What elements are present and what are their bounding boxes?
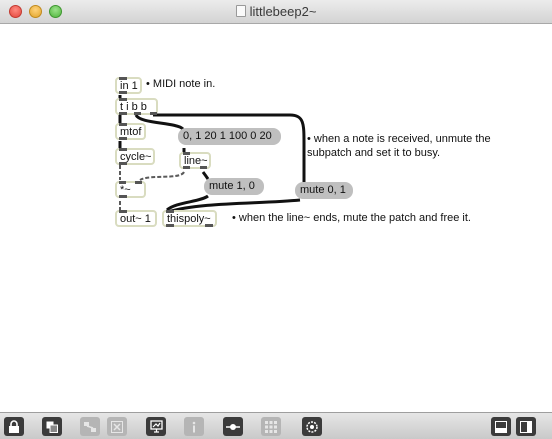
inlet (166, 210, 174, 213)
thispoly-object[interactable]: thispoly~ (162, 210, 217, 227)
multiply-signal-object[interactable]: *~ (115, 181, 146, 198)
inspector-button[interactable] (184, 417, 204, 436)
window-title-group: littlebeep2~ (0, 4, 552, 19)
split-vertical-button[interactable] (516, 417, 536, 436)
connection-icon (226, 423, 240, 430)
split-vertical-icon (520, 420, 532, 433)
outlet (205, 224, 213, 227)
in-object[interactable]: in 1 (115, 77, 142, 94)
split-horizontal-icon (495, 420, 507, 433)
grid-button[interactable] (261, 417, 281, 436)
outlet (166, 224, 174, 227)
note-received-comment-line-2: subpatch and set it to busy. (307, 147, 441, 159)
patch-cord-button[interactable] (80, 417, 100, 436)
inlet (119, 181, 126, 184)
dsp-icon (306, 420, 318, 433)
out-object-label: out~ 1 (120, 213, 151, 225)
presentation-button[interactable] (146, 417, 166, 436)
inlet (119, 98, 127, 101)
outlet (150, 112, 157, 115)
lock-icon (9, 420, 19, 433)
new-object-button[interactable] (42, 417, 62, 436)
line-object[interactable]: line~ (179, 152, 211, 169)
title-bar: littlebeep2~ (0, 0, 552, 24)
inspector-icon (192, 421, 196, 432)
outlet (183, 166, 190, 169)
new-object-icon (46, 421, 58, 433)
outlet (200, 166, 207, 169)
dsp-button[interactable] (302, 417, 322, 436)
inlet (119, 210, 127, 213)
note-received-comment: • when a note is received, unmute the su… (307, 132, 491, 160)
inlet (119, 148, 127, 151)
mtof-object[interactable]: mtof (115, 123, 146, 140)
note-received-comment-line-1: • when a note is received, unmute the (307, 133, 491, 145)
ramp-message[interactable]: 0, 1 20 1 100 0 20 (178, 128, 281, 145)
mute-off-message[interactable]: mute 0, 1 (295, 182, 353, 199)
inlet (119, 123, 127, 126)
outlet (134, 112, 141, 115)
patch-cord-icon (84, 421, 96, 432)
presentation-icon (149, 420, 163, 433)
outlet (119, 137, 127, 140)
signal-cord (139, 171, 185, 181)
patcher-toolbar (0, 412, 552, 439)
delete-icon (111, 420, 123, 433)
out-object[interactable]: out~ 1 (115, 210, 157, 227)
outlet (119, 91, 127, 94)
split-horizontal-button[interactable] (491, 417, 511, 436)
inlet (135, 181, 142, 184)
outlet (119, 195, 127, 198)
cycle-object[interactable]: cycle~ (115, 148, 155, 165)
delete-button[interactable] (107, 417, 127, 436)
line-ends-comment: • when the line~ ends, mute the patch an… (232, 212, 471, 224)
midi-comment: • MIDI note in. (146, 78, 216, 90)
trigger-object[interactable]: t i b b (115, 98, 158, 115)
patcher-canvas[interactable]: in 1 t i b b mtof cycle~ *~ out~ 1 line~ (0, 24, 552, 412)
inlet (119, 77, 127, 80)
inlet (183, 152, 190, 155)
lock-button[interactable] (4, 417, 24, 436)
mute-on-message[interactable]: mute 1, 0 (204, 178, 264, 195)
document-icon (235, 5, 246, 17)
grid-icon (265, 420, 277, 433)
window-title: littlebeep2~ (249, 4, 317, 19)
connection-button[interactable] (223, 417, 243, 436)
outlet (119, 112, 127, 115)
outlet (119, 162, 127, 165)
